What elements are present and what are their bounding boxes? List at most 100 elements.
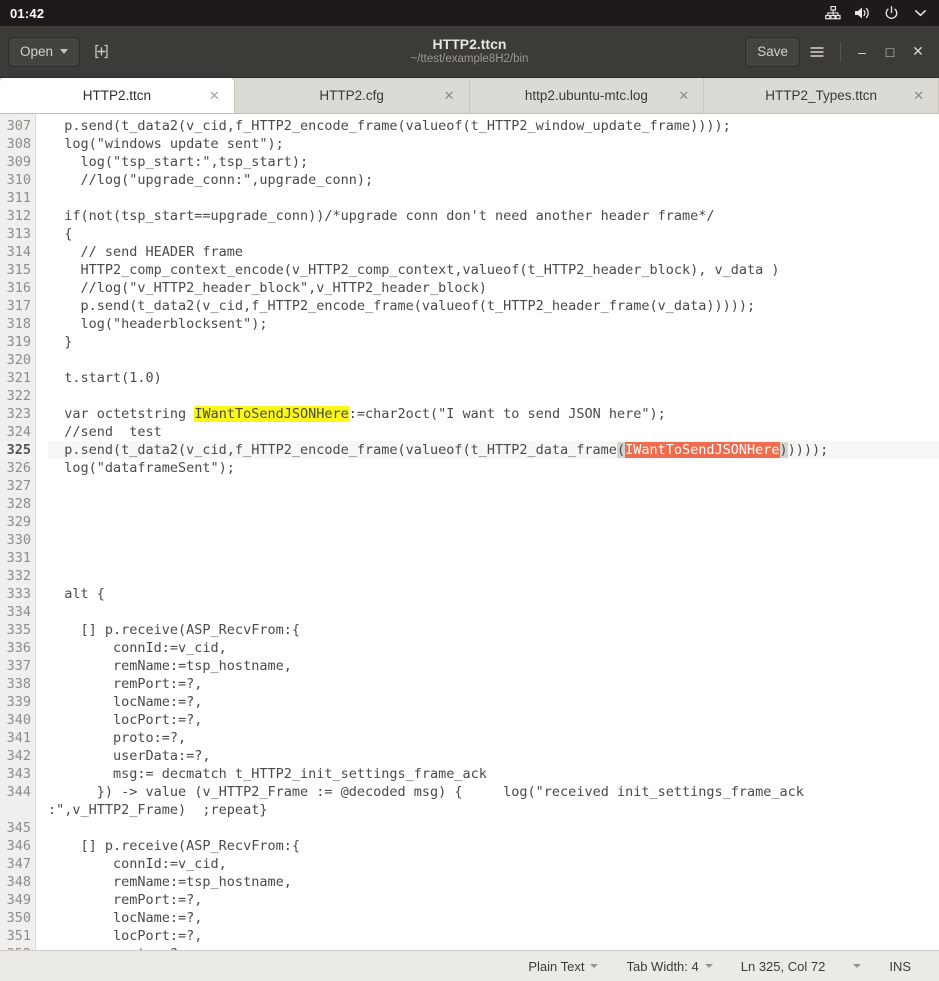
selected-text: IWantToSendJSONHere xyxy=(625,442,780,458)
code-line[interactable]: log("dataframeSent"); xyxy=(48,459,939,477)
code-line[interactable] xyxy=(48,567,939,585)
save-button-label: Save xyxy=(757,44,788,59)
tab-width-selector[interactable]: Tab Width: 4 xyxy=(612,951,726,981)
system-clock[interactable]: 01:42 xyxy=(10,6,44,21)
line-number: 316 xyxy=(6,280,31,296)
code-line[interactable] xyxy=(48,549,939,567)
code-line[interactable]: locName:=?, xyxy=(48,693,939,711)
open-button[interactable]: Open xyxy=(8,36,81,67)
header-separator xyxy=(840,41,841,62)
volume-icon[interactable] xyxy=(853,4,871,22)
code-line[interactable]: remPort:=?, xyxy=(48,891,939,909)
code-line[interactable]: log("windows update sent"); xyxy=(48,135,939,153)
close-button[interactable]: ✕ xyxy=(905,39,931,65)
code-line[interactable]: log("tsp_start:",tsp_start); xyxy=(48,153,939,171)
code-line[interactable]: log("headerblocksent"); xyxy=(48,315,939,333)
code-text: locName:=?, xyxy=(48,910,203,926)
system-menu-caret-icon[interactable] xyxy=(911,4,929,22)
line-number: 345 xyxy=(6,820,31,836)
code-text: remPort:=?, xyxy=(48,676,203,692)
document-tab[interactable]: HTTP2_Types.ttcn ✕ xyxy=(704,78,939,113)
code-line[interactable]: [] p.receive(ASP_RecvFrom:{ xyxy=(48,837,939,855)
hamburger-menu-icon[interactable] xyxy=(802,37,832,67)
text-editor-view[interactable]: 307 308 309 310 311 312 313 314 315 316 317 318 319 3… xyxy=(0,114,939,950)
code-line[interactable]: remPort:=?, xyxy=(48,675,939,693)
code-line[interactable]: { xyxy=(48,225,939,243)
code-line[interactable]: // send HEADER frame xyxy=(48,243,939,261)
code-line[interactable]: proto:=?, xyxy=(48,945,939,950)
maximize-button[interactable]: □ xyxy=(877,39,903,65)
line-number-wrap-spacer xyxy=(0,801,31,819)
code-text: remName:=tsp_hostname, xyxy=(48,874,292,890)
page-title: HTTP2.ttcn xyxy=(432,35,507,52)
code-line[interactable] xyxy=(48,603,939,621)
line-number: 328 xyxy=(6,496,31,512)
tab-close-icon[interactable]: ✕ xyxy=(209,89,220,102)
code-line[interactable] xyxy=(48,477,939,495)
code-line[interactable]: [] p.receive(ASP_RecvFrom:{ xyxy=(48,621,939,639)
code-line[interactable]: connId:=v_cid, xyxy=(48,855,939,873)
save-button[interactable]: Save xyxy=(745,36,800,67)
network-icon[interactable] xyxy=(824,4,842,22)
code-text: { xyxy=(48,226,73,242)
code-line[interactable]: alt { xyxy=(48,585,939,603)
code-line[interactable] xyxy=(48,513,939,531)
line-number: 343 xyxy=(6,766,31,782)
code-line[interactable]: proto:=?, xyxy=(48,729,939,747)
code-line[interactable] xyxy=(48,819,939,837)
header-right-group: Save – □ ✕ xyxy=(745,36,931,67)
code-line[interactable]: //log("upgrade_conn:",upgrade_conn); xyxy=(48,171,939,189)
code-line[interactable]: msg:= decmatch t_HTTP2_init_settings_fra… xyxy=(48,765,939,783)
line-number: 333 xyxy=(6,586,31,602)
code-line[interactable] xyxy=(48,531,939,549)
document-tab[interactable]: HTTP2.ttcn ✕ xyxy=(0,78,235,113)
code-line[interactable]: p.send(t_data2(v_cid,f_HTTP2_encode_fram… xyxy=(48,117,939,135)
line-number: 344 xyxy=(6,784,31,800)
code-line[interactable] xyxy=(48,495,939,513)
code-text: if(not(tsp_start==upgrade_conn))/*upgrad… xyxy=(48,208,715,224)
code-line[interactable]: userData:=?, xyxy=(48,747,939,765)
language-selector[interactable]: Plain Text xyxy=(514,951,612,981)
code-text: [] p.receive(ASP_RecvFrom:{ xyxy=(48,622,300,638)
document-tab[interactable]: http2.ubuntu-mtc.log ✕ xyxy=(470,78,705,113)
line-number: 336 xyxy=(6,640,31,656)
code-line[interactable] xyxy=(48,387,939,405)
code-line[interactable]: locPort:=?, xyxy=(48,711,939,729)
code-line[interactable]: p.send(t_data2(v_cid,f_HTTP2_encode_fram… xyxy=(48,441,939,459)
code-line[interactable]: var octetstring IWantToSendJSONHere:=cha… xyxy=(48,405,939,423)
code-line[interactable]: connId:=v_cid, xyxy=(48,639,939,657)
code-text: } xyxy=(48,334,73,350)
header-left-group: Open xyxy=(8,36,116,67)
code-text: locName:=?, xyxy=(48,694,203,710)
minimize-button[interactable]: – xyxy=(849,39,875,65)
code-line[interactable]: } xyxy=(48,333,939,351)
code-line[interactable]: //send test xyxy=(48,423,939,441)
code-text-area[interactable]: p.send(t_data2(v_cid,f_HTTP2_encode_fram… xyxy=(36,114,939,950)
line-number: 335 xyxy=(6,622,31,638)
line-number: 311 xyxy=(6,190,31,206)
new-document-icon[interactable] xyxy=(86,37,116,67)
code-line[interactable] xyxy=(48,351,939,369)
code-line[interactable]: if(not(tsp_start==upgrade_conn))/*upgrad… xyxy=(48,207,939,225)
tab-close-icon[interactable]: ✕ xyxy=(913,89,924,102)
code-line[interactable]: HTTP2_comp_context_encode(v_HTTP2_comp_c… xyxy=(48,261,939,279)
power-icon[interactable] xyxy=(882,4,900,22)
cursor-position-dropdown[interactable] xyxy=(839,951,875,981)
tab-close-icon[interactable]: ✕ xyxy=(444,89,455,102)
code-line[interactable]: }) -> value (v_HTTP2_Frame := @decoded m… xyxy=(48,783,939,819)
code-line[interactable]: locName:=?, xyxy=(48,909,939,927)
window-subtitle-path: ~/ttest/example8H2/bin xyxy=(410,53,529,66)
window-header-bar: Open HTTP2.ttcn ~/ttest/example8H2/bin S… xyxy=(0,26,939,78)
system-top-panel: 01:42 xyxy=(0,0,939,26)
document-tab[interactable]: HTTP2.cfg ✕ xyxy=(235,78,470,113)
cursor-position-selector[interactable]: Ln 325, Col 72 xyxy=(727,951,840,981)
document-tab-label: HTTP2.cfg xyxy=(319,87,384,103)
code-line[interactable]: remName:=tsp_hostname, xyxy=(48,657,939,675)
code-line[interactable]: //log("v_HTTP2_header_block",v_HTTP2_hea… xyxy=(48,279,939,297)
tab-close-icon[interactable]: ✕ xyxy=(678,89,689,102)
code-line[interactable]: t.start(1.0) xyxy=(48,369,939,387)
code-line[interactable]: locPort:=?, xyxy=(48,927,939,945)
code-line[interactable] xyxy=(48,189,939,207)
code-line[interactable]: p.send(t_data2(v_cid,f_HTTP2_encode_fram… xyxy=(48,297,939,315)
code-line[interactable]: remName:=tsp_hostname, xyxy=(48,873,939,891)
